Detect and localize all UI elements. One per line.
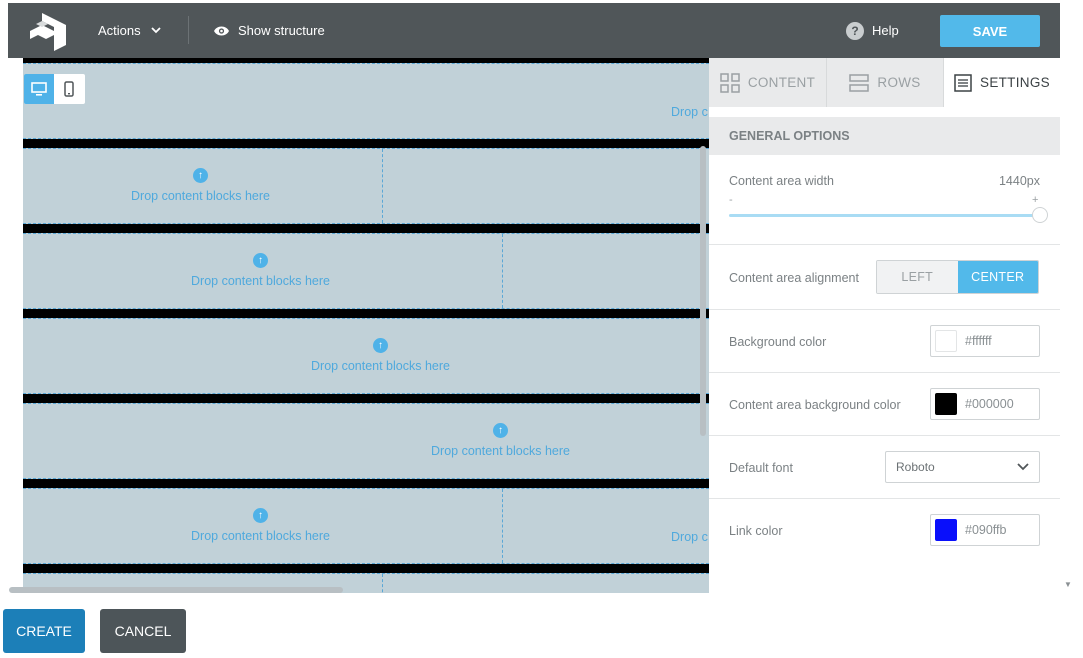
canvas-horizontal-scrollbar[interactable] (9, 587, 343, 593)
link-color-picker[interactable]: #090ffb (930, 514, 1040, 546)
settings-document-icon (954, 73, 972, 92)
help-link[interactable]: ? Help (846, 3, 899, 58)
arrow-up-icon: ↑ (252, 508, 268, 523)
tab-rows[interactable]: ROWS (827, 58, 944, 107)
chevron-down-icon (151, 27, 161, 34)
content-bg-color-picker[interactable]: #000000 (930, 388, 1040, 420)
drop-zone[interactable]: ↑ Drop content blocks here (311, 338, 450, 373)
grid-icon (720, 72, 740, 93)
background-color-label: Background color (729, 335, 827, 349)
canvas-vertical-scrollbar[interactable] (700, 146, 706, 436)
scroll-down-arrow-icon[interactable]: ▼ (1064, 580, 1072, 589)
email-builder-app: Actions Show structure ? Help SAVE Drop … (0, 0, 1083, 658)
content-row[interactable]: ↑ Drop content blocks here (23, 403, 709, 479)
save-button[interactable]: SAVE (940, 15, 1040, 47)
chevron-down-icon (1017, 463, 1029, 471)
drop-zone[interactable]: ↑ Drop content blocks here (191, 508, 330, 543)
tab-settings[interactable]: SETTINGS (944, 58, 1060, 107)
question-mark-icon: ? (846, 21, 864, 40)
desktop-view-button[interactable] (24, 74, 54, 104)
design-canvas: Drop c ↑ Drop content blocks here ↑ Drop… (23, 58, 709, 593)
actions-menu[interactable]: Actions (98, 3, 161, 58)
color-swatch (935, 519, 957, 541)
topbar-divider (188, 16, 189, 44)
arrow-up-icon: ↑ (192, 168, 208, 183)
drop-zone[interactable]: Drop c (671, 530, 708, 544)
mobile-view-button[interactable] (54, 74, 84, 104)
column-divider (502, 234, 503, 308)
drop-label: Drop content blocks here (191, 529, 330, 543)
drop-label-truncated: Drop c (671, 105, 708, 119)
drop-label: Drop content blocks here (131, 189, 270, 203)
content-bg-color-value: #000000 (965, 397, 1014, 411)
content-row[interactable]: ↑ Drop content blocks here Drop c (23, 488, 709, 564)
column-divider (502, 489, 503, 563)
eye-icon (214, 26, 229, 35)
color-swatch (935, 393, 957, 415)
default-font-label: Default font (729, 461, 793, 475)
cancel-button[interactable]: CANCEL (100, 609, 186, 653)
desktop-icon (31, 82, 47, 96)
arrow-up-icon: ↑ (492, 423, 508, 438)
column-divider (382, 149, 383, 223)
help-label: Help (872, 23, 899, 38)
tab-rows-label: ROWS (877, 75, 921, 90)
column-divider (382, 574, 383, 593)
create-button[interactable]: CREATE (3, 609, 85, 653)
slider-max-label: + (1032, 194, 1039, 206)
color-swatch (935, 330, 957, 352)
drop-label-truncated: Drop c (671, 530, 708, 544)
drop-zone[interactable]: ↑ Drop content blocks here (431, 423, 570, 458)
slider-min-label: - (729, 194, 733, 206)
drop-zone[interactable]: Drop c (671, 105, 708, 119)
alignment-label: Content area alignment (729, 271, 859, 285)
content-row[interactable]: ↑ Drop content blocks here (23, 318, 709, 394)
device-preview-toggle (24, 74, 85, 104)
settings-panel: CONTENT ROWS SETTINGS GENERAL OPTIONS Co… (709, 58, 1060, 593)
content-width-label: Content area width (729, 174, 834, 188)
show-structure-toggle[interactable]: Show structure (213, 3, 325, 58)
show-structure-label: Show structure (238, 23, 325, 38)
content-bg-color-label: Content area background color (729, 398, 901, 412)
rows-icon (849, 73, 870, 92)
arrow-up-icon: ↑ (252, 253, 268, 268)
section-title: GENERAL OPTIONS (709, 117, 1060, 155)
link-color-value: #090ffb (965, 523, 1007, 537)
align-center-button[interactable]: CENTER (957, 261, 1038, 293)
panel-tabs: CONTENT ROWS SETTINGS (709, 58, 1060, 107)
content-width-slider-track[interactable] (729, 214, 1041, 217)
actions-label: Actions (98, 23, 141, 38)
drop-zone[interactable]: ↑ Drop content blocks here (191, 253, 330, 288)
default-font-select[interactable]: Roboto (885, 451, 1040, 483)
default-font-value: Roboto (896, 460, 935, 474)
content-width-option: Content area width 1440px - + (709, 155, 1060, 245)
align-left-button[interactable]: LEFT (877, 261, 958, 293)
drop-label: Drop content blocks here (431, 444, 570, 458)
tab-settings-label: SETTINGS (980, 75, 1050, 90)
alignment-toggle-group: LEFT CENTER (876, 260, 1039, 294)
mobile-icon (64, 81, 74, 97)
background-color-value: #ffffff (965, 334, 992, 348)
link-color-label: Link color (729, 524, 783, 538)
drop-label: Drop content blocks here (311, 359, 450, 373)
content-row[interactable]: ↑ Drop content blocks here (23, 233, 709, 309)
background-color-picker[interactable]: #ffffff (930, 325, 1040, 357)
top-bar: Actions Show structure ? Help SAVE (8, 3, 1060, 58)
logo-icon (30, 13, 66, 51)
content-row[interactable]: Drop c (23, 63, 709, 139)
arrow-up-icon: ↑ (372, 338, 388, 353)
tab-content-label: CONTENT (747, 75, 816, 90)
tab-content[interactable]: CONTENT (709, 58, 827, 107)
drop-zone[interactable]: ↑ Drop content blocks here (131, 168, 270, 203)
content-width-value: 1440px (998, 174, 1040, 188)
content-width-slider-handle[interactable] (1032, 207, 1048, 223)
content-row[interactable]: ↑ Drop content blocks here (23, 148, 709, 224)
drop-label: Drop content blocks here (191, 274, 330, 288)
